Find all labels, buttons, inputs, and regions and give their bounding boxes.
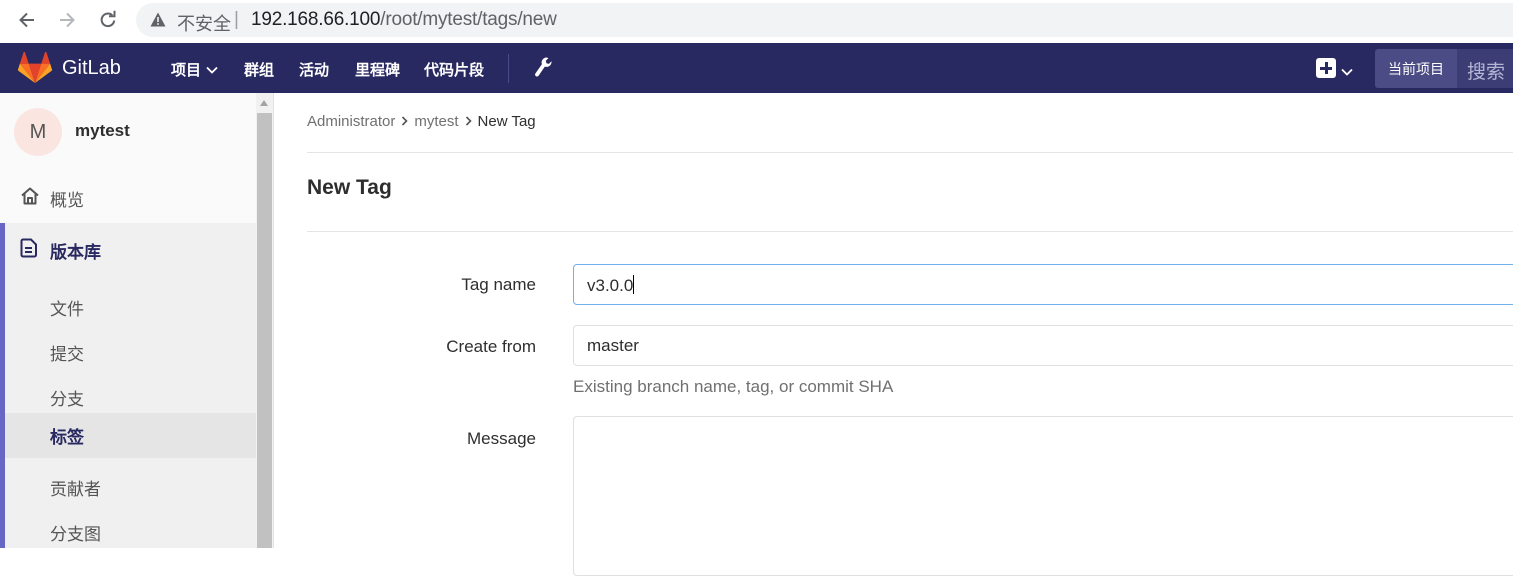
scroll-up-arrow-icon[interactable] xyxy=(260,100,268,106)
create-from-input[interactable]: master xyxy=(573,325,1513,366)
sidebar-section-repository: 版本库 文件 提交 分支 标签 贡献者 分支图 xyxy=(0,223,256,548)
nav-snippets[interactable]: 代码片段 xyxy=(424,59,484,80)
breadcrumb-item[interactable]: mytest xyxy=(414,113,458,130)
nav-groups[interactable]: 群组 xyxy=(244,59,274,80)
nav-milestones[interactable]: 里程碑 xyxy=(355,59,400,80)
breadcrumb: Administrator mytest New Tag xyxy=(307,113,536,130)
address-bar[interactable]: 不安全 | 192.168.66.100/root/mytest/tags/ne… xyxy=(136,3,1513,37)
sidebar-item-commits[interactable]: 提交 xyxy=(5,330,256,375)
tag-name-label: Tag name xyxy=(461,275,536,294)
gitlab-logo-icon[interactable] xyxy=(17,51,53,89)
brand-name[interactable]: GitLab xyxy=(62,57,121,80)
sidebar-scrollbar[interactable] xyxy=(256,93,273,548)
tag-name-input[interactable]: v3.0.0 xyxy=(573,264,1513,305)
url-text: 192.168.66.100/root/mytest/tags/new xyxy=(251,9,557,30)
breadcrumb-item[interactable]: Administrator xyxy=(307,113,395,130)
gitlab-header: GitLab 项目 群组 活动 里程碑 代码片段 当前项目 搜索 xyxy=(0,43,1513,93)
back-button[interactable] xyxy=(13,6,41,34)
separator: | xyxy=(234,9,239,30)
insecure-label: 不安全 xyxy=(177,14,231,35)
divider xyxy=(307,152,1513,153)
home-icon xyxy=(20,186,40,211)
arrow-left-icon xyxy=(17,10,37,30)
header-divider xyxy=(508,54,509,83)
message-textarea[interactable] xyxy=(573,416,1513,576)
create-from-label: Create from xyxy=(446,337,536,356)
scrollbar-thumb[interactable] xyxy=(257,113,272,548)
project-name[interactable]: mytest xyxy=(75,121,130,141)
wrench-icon[interactable] xyxy=(533,56,553,85)
chevron-right-icon xyxy=(401,113,408,130)
page-title: New Tag xyxy=(307,176,392,199)
warning-icon xyxy=(150,12,166,32)
arrow-right-icon xyxy=(57,10,77,30)
forward-button[interactable] xyxy=(53,6,81,34)
document-icon xyxy=(20,238,38,263)
search-scope-button[interactable]: 当前项目 xyxy=(1375,49,1457,88)
sidebar-item-overview[interactable]: 概览 xyxy=(0,174,256,218)
project-avatar[interactable]: M xyxy=(14,108,62,156)
browser-toolbar: 不安全 | 192.168.66.100/root/mytest/tags/ne… xyxy=(0,0,1513,43)
divider xyxy=(307,231,1513,232)
chevron-down-icon xyxy=(206,60,218,78)
nav-projects[interactable]: 项目 xyxy=(171,59,218,80)
plus-square-icon[interactable] xyxy=(1316,58,1336,78)
sidebar-item-label: 概览 xyxy=(50,191,84,211)
create-from-help-text: Existing branch name, tag, or commit SHA xyxy=(573,377,894,396)
sidebar-item-files[interactable]: 文件 xyxy=(5,285,256,330)
reload-button[interactable] xyxy=(94,6,122,34)
chevron-right-icon xyxy=(465,113,472,130)
breadcrumb-current[interactable]: New Tag xyxy=(478,113,536,130)
nav-activity[interactable]: 活动 xyxy=(299,59,329,80)
sidebar-item-contributors[interactable]: 贡献者 xyxy=(5,465,256,510)
text-caret xyxy=(633,275,635,294)
content-divider xyxy=(273,93,274,548)
sidebar-item-repository[interactable]: 版本库 xyxy=(5,230,256,270)
message-label: Message xyxy=(467,429,536,448)
sidebar-item-label: 版本库 xyxy=(50,243,101,263)
sidebar-item-tags[interactable]: 标签 xyxy=(5,413,256,458)
reload-icon xyxy=(98,10,118,30)
search-input[interactable]: 搜索 xyxy=(1457,49,1513,88)
chevron-down-icon[interactable] xyxy=(1341,63,1353,81)
sidebar-item-graph[interactable]: 分支图 xyxy=(5,510,256,555)
